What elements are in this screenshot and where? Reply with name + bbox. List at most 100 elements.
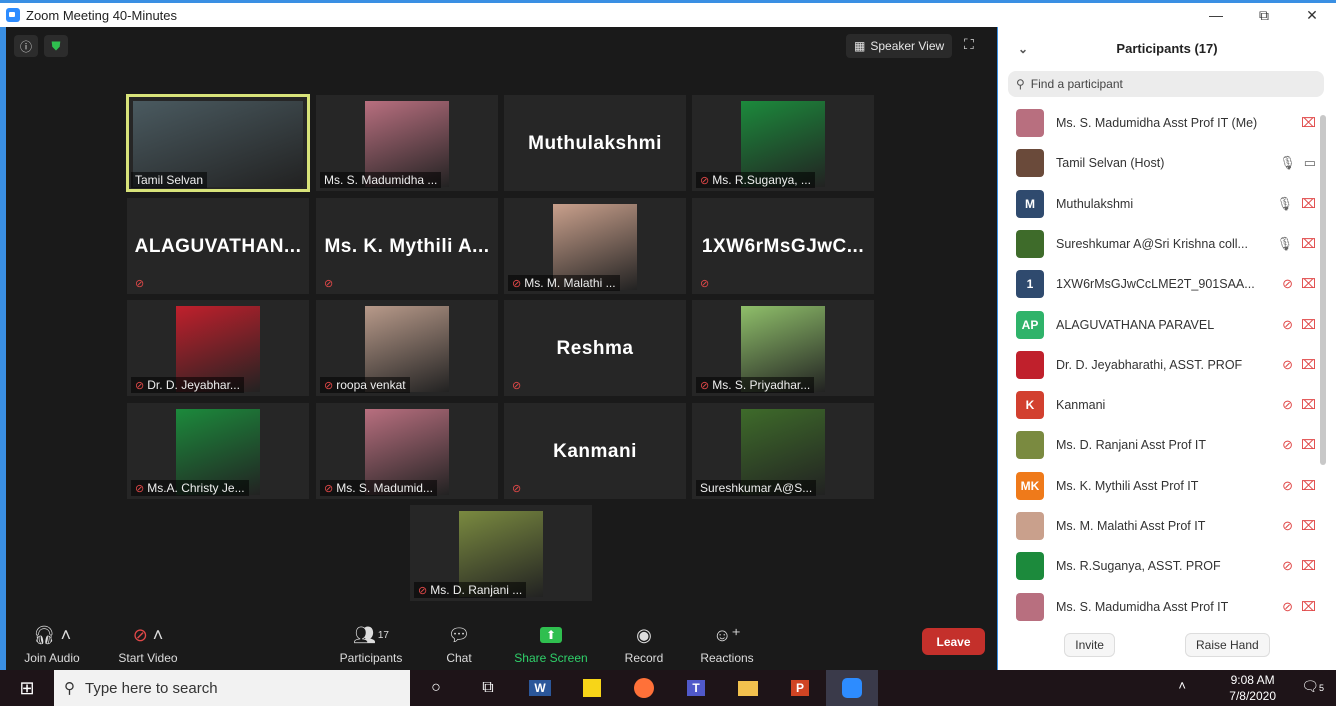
participant-row[interactable]: Ms. R.Suganya, ASST. PROF ⊘ ⌧ xyxy=(1016,549,1316,583)
chat-icon: 💬︎ xyxy=(447,624,471,645)
participant-list-scrollbar[interactable] xyxy=(1320,115,1326,465)
chevron-down-icon[interactable]: ⌄ xyxy=(1018,37,1028,61)
record-icon: ◉ xyxy=(636,624,652,645)
participants-icon: 👥︎ xyxy=(353,624,376,645)
tray-chevron-icon[interactable]: ˄ xyxy=(1178,678,1186,693)
invite-button[interactable]: Invite xyxy=(1064,633,1115,657)
cortana-icon[interactable]: ○ xyxy=(410,670,462,706)
zoom-taskbar-icon[interactable] xyxy=(826,670,878,706)
video-tile[interactable]: Reshma ⊘ xyxy=(504,300,686,396)
video-tile[interactable]: ⊘ Ms.A. Christy Je... xyxy=(127,403,309,499)
video-tile[interactable]: ALAGUVATHAN... ⊘ xyxy=(127,198,309,294)
participant-row[interactable]: 1 1XW6rMsGJwCcLME2T_901SAA... ⊘ ⌧ xyxy=(1016,267,1316,301)
speaker-view-button[interactable]: ▦ Speaker View xyxy=(846,34,953,58)
participant-row[interactable]: Ms. M. Malathi Asst Prof IT ⊘ ⌧ xyxy=(1016,509,1316,543)
participant-row[interactable]: Ms. S. Madumidha Asst Prof IT ⊘ ⌧ xyxy=(1016,590,1316,624)
video-tile[interactable]: 1XW6rMsGJwC... ⊘ xyxy=(692,198,874,294)
taskbar-clock[interactable]: 9:08 AM 7/8/2020 xyxy=(1229,672,1276,704)
share-screen-button[interactable]: ⬆ Share Screen xyxy=(510,622,592,665)
participants-button[interactable]: 👥︎ 17 Participants xyxy=(334,622,408,666)
chat-button[interactable]: 💬︎ Chat xyxy=(436,622,482,666)
join-audio-button[interactable]: 🎧︎ ˄ Join Audio xyxy=(16,622,88,666)
mic-muted-icon: ⊘ xyxy=(1282,397,1294,413)
avatar: MK xyxy=(1016,471,1044,500)
speaker-view-label: Speaker View xyxy=(870,39,945,53)
word-icon[interactable]: W xyxy=(514,670,566,706)
participant-row[interactable]: Dr. D. Jeyabharathi, ASST. PROF ⊘ ⌧ xyxy=(1016,348,1316,382)
avatar: M xyxy=(1016,189,1044,218)
participant-search-placeholder: Find a participant xyxy=(1030,77,1123,91)
participant-row[interactable]: K Kanmani ⊘ ⌧ xyxy=(1016,388,1316,422)
participant-row[interactable]: M Muthulakshmi 🎙︎ ⌧ xyxy=(1016,187,1316,221)
info-icon[interactable]: ⓘ xyxy=(14,35,38,57)
leave-button[interactable]: Leave xyxy=(922,628,985,655)
notification-center-icon[interactable]: 🗨︎5 xyxy=(1301,678,1324,695)
mic-muted-icon: ⊘ xyxy=(418,585,428,597)
avatar xyxy=(1016,350,1044,379)
teams-icon[interactable]: T xyxy=(670,670,722,706)
windows-start-icon[interactable]: ⊞ xyxy=(0,670,54,706)
join-audio-label: Join Audio xyxy=(24,651,80,665)
share-screen-icon: ⬆ xyxy=(510,622,592,648)
participant-search-input[interactable]: ⚲ Find a participant xyxy=(1008,71,1324,97)
sticky-notes-icon[interactable] xyxy=(566,670,618,706)
video-tile[interactable]: ⊘ Dr. D. Jeyabhar... xyxy=(127,300,309,396)
mic-muted-icon: ⊘ xyxy=(1282,356,1294,372)
video-tile[interactable]: ⊘ Ms. D. Ranjani ... xyxy=(410,505,592,601)
participant-name: Muthulakshmi xyxy=(1056,196,1134,211)
video-tile[interactable]: Ms. K. Mythili A... ⊘ xyxy=(316,198,498,294)
video-tile[interactable]: ⊘ Ms. S. Priyadhar... xyxy=(692,300,874,396)
video-tile[interactable]: Sureshkumar A@S... xyxy=(692,403,874,499)
tile-name-label: ⊘ Ms. M. Malathi ... xyxy=(508,275,620,291)
share-screen-label: Share Screen xyxy=(514,651,588,665)
participant-status-icons: ⊘ ⌧ xyxy=(1282,599,1316,615)
participant-name-large: Ms. K. Mythili A... xyxy=(324,236,490,257)
taskbar-search-input[interactable]: ⚲ Type here to search xyxy=(54,670,410,706)
minimize-button[interactable]: — xyxy=(1192,3,1240,27)
record-button[interactable]: ◉ Record xyxy=(620,622,668,666)
task-view-icon[interactable]: ⧉ xyxy=(462,670,514,706)
firefox-icon[interactable] xyxy=(618,670,670,706)
mic-muted-icon: ⊘ xyxy=(135,278,145,290)
video-tile[interactable]: Ms. S. Madumidha ... xyxy=(316,95,498,191)
restore-button[interactable]: ⧉ xyxy=(1240,3,1288,27)
app-window: Zoom Meeting 40-Minutes — ⧉ ✕ ⓘ ⛊ ▦ Spea… xyxy=(0,0,1336,706)
shield-icon[interactable]: ⛊ xyxy=(44,35,68,57)
mic-muted-icon: ⊘ xyxy=(1282,276,1294,292)
participant-name: Kanmani xyxy=(1056,398,1106,413)
camera-off-icon: ⌧ xyxy=(1301,276,1316,292)
camera-off-icon: ⌧ xyxy=(1301,235,1316,251)
video-tile[interactable]: ⊘ Ms. M. Malathi ... xyxy=(504,198,686,294)
participant-row[interactable]: Ms. S. Madumidha Asst Prof IT (Me) ⌧ xyxy=(1016,106,1316,140)
fullscreen-icon[interactable]: ⛶ xyxy=(964,36,974,53)
video-tile[interactable]: Tamil Selvan xyxy=(126,94,310,192)
participant-name-large: ALAGUVATHAN... xyxy=(134,236,302,257)
start-video-button[interactable]: ⊘ ˄ Start Video xyxy=(110,622,186,666)
powerpoint-icon[interactable]: P xyxy=(774,670,826,706)
tile-name-text: Sureshkumar A@S... xyxy=(700,481,813,495)
mic-muted-icon: ⊘ xyxy=(1282,477,1294,493)
video-tile[interactable]: ⊘ Ms. R.Suganya, ... xyxy=(692,95,874,191)
participant-row[interactable]: Tamil Selvan (Host) 🎙︎ ▭ xyxy=(1016,146,1316,180)
camera-off-icon: ⌧ xyxy=(1301,316,1316,332)
mic-muted-icon: ⊘ xyxy=(324,483,334,495)
video-tile[interactable]: ⊘ roopa venkat xyxy=(316,300,498,396)
participants-count: 17 xyxy=(377,629,389,641)
video-tile[interactable]: Kanmani ⊘ xyxy=(504,403,686,499)
close-button[interactable]: ✕ xyxy=(1288,3,1336,27)
tile-name-text: roopa venkat xyxy=(336,378,406,392)
file-explorer-icon[interactable] xyxy=(722,670,774,706)
participant-row[interactable]: Ms. D. Ranjani Asst Prof IT ⊘ ⌧ xyxy=(1016,428,1316,462)
video-tile[interactable]: ⊘ Ms. S. Madumid... xyxy=(316,403,498,499)
tile-name-label: ⊘ xyxy=(696,275,716,291)
participant-row[interactable]: AP ALAGUVATHANA PARAVEL ⊘ ⌧ xyxy=(1016,308,1316,342)
participant-status-icons: ⊘ ⌧ xyxy=(1282,357,1316,373)
participant-row[interactable]: MK Ms. K. Mythili Asst Prof IT ⊘ ⌧ xyxy=(1016,469,1316,503)
notification-count: 5 xyxy=(1318,683,1324,693)
video-tile[interactable]: Muthulakshmi xyxy=(504,95,686,191)
participant-row[interactable]: Sureshkumar A@Sri Krishna coll... 🎙︎ ⌧ xyxy=(1016,227,1316,261)
avatar xyxy=(1016,552,1044,581)
participant-name-large: Kanmani xyxy=(553,441,637,462)
reactions-button[interactable]: ☺⁺ Reactions xyxy=(696,622,758,666)
raise-hand-button[interactable]: Raise Hand xyxy=(1184,633,1270,657)
